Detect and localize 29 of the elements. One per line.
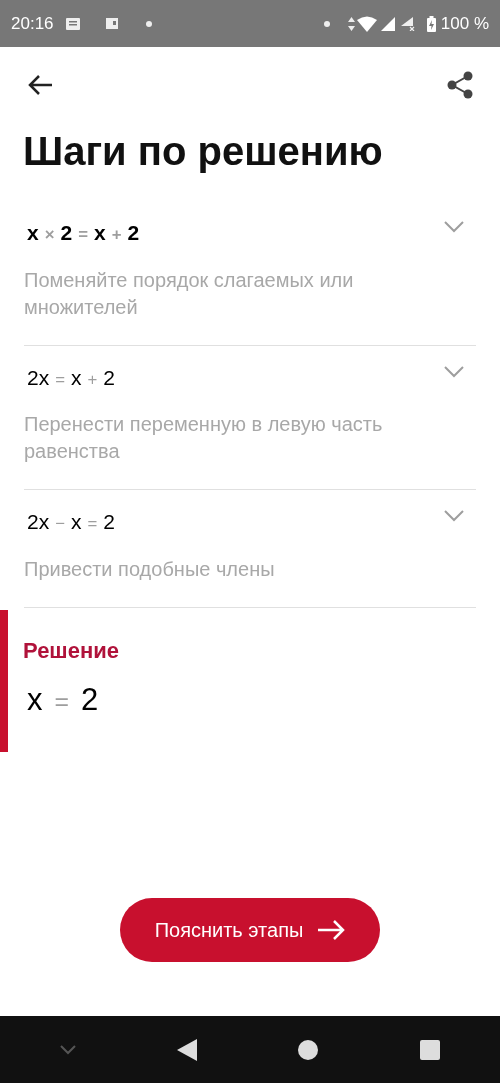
data-arrows-icon	[347, 16, 355, 31]
step-equation: x × 2 = x + 2	[26, 220, 140, 246]
step-description: Привести подобные члены	[24, 556, 276, 582]
battery-icon	[426, 15, 436, 32]
status-time: 20:16	[11, 12, 54, 35]
arrow-right-icon	[317, 919, 346, 941]
signal-icon	[380, 16, 395, 31]
step-description: Поменяйте порядок слагаемых или множителей	[24, 267, 355, 320]
solution-label: Решение	[23, 636, 119, 665]
home-icon[interactable]	[297, 1038, 320, 1061]
dot-icon	[323, 20, 330, 27]
chevron-icon[interactable]	[444, 221, 464, 233]
signal-icon	[400, 16, 415, 31]
chevron-down-icon[interactable]	[60, 1044, 77, 1055]
notification-icon	[65, 17, 80, 30]
step-description: Перенести переменную в левую часть равенства	[24, 412, 384, 464]
solution-equation: x = 2	[26, 680, 100, 719]
battery-percent: 100 %	[440, 12, 489, 35]
explain-steps-button[interactable]: Пояснить этапы	[120, 898, 380, 962]
step-equation: 2x − x = 2	[26, 509, 115, 535]
wifi-icon	[356, 15, 377, 32]
dot-icon	[145, 20, 152, 27]
page-title: Шаги по решению	[22, 128, 384, 175]
chevron-icon[interactable]	[444, 510, 464, 522]
recents-icon[interactable]	[419, 1039, 440, 1060]
chevron-icon[interactable]	[444, 365, 464, 378]
step-equation: 2x = x + 2	[26, 364, 115, 391]
back-icon[interactable]	[176, 1038, 197, 1061]
notification-icon	[105, 18, 118, 29]
